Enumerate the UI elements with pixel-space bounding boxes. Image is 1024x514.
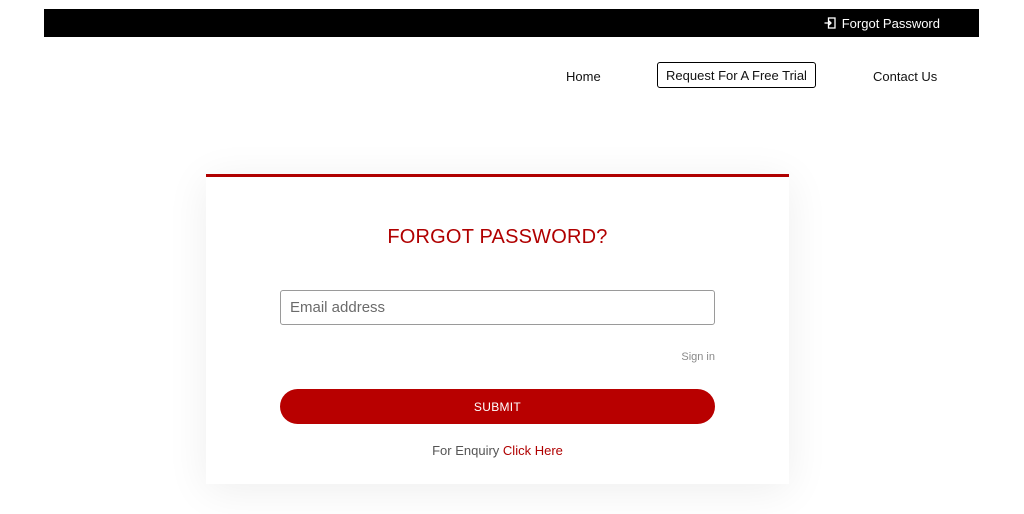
enquiry-label: For Enquiry <box>432 443 500 458</box>
forgot-password-card: FORGOT PASSWORD? Sign in SUBMIT For Enqu… <box>206 174 789 484</box>
top-bar: Forgot Password <box>44 9 979 37</box>
nav-home-link[interactable]: Home <box>566 62 601 90</box>
submit-button[interactable]: SUBMIT <box>280 389 715 424</box>
enquiry-click-here-link[interactable]: Click Here <box>503 443 563 458</box>
main-nav: Home Request For A Free Trial Contact Us <box>0 62 1024 90</box>
forgot-password-label: Forgot Password <box>841 15 940 31</box>
email-field[interactable] <box>280 290 715 325</box>
free-trial-button[interactable]: Request For A Free Trial <box>657 62 816 88</box>
sign-in-icon <box>824 17 836 29</box>
enquiry-text: For Enquiry Click Here <box>206 443 789 458</box>
nav-contact-link[interactable]: Contact Us <box>873 62 937 90</box>
sign-in-link[interactable]: Sign in <box>681 351 715 363</box>
forgot-password-link[interactable]: Forgot Password <box>824 9 940 37</box>
page-title: FORGOT PASSWORD? <box>387 226 608 248</box>
